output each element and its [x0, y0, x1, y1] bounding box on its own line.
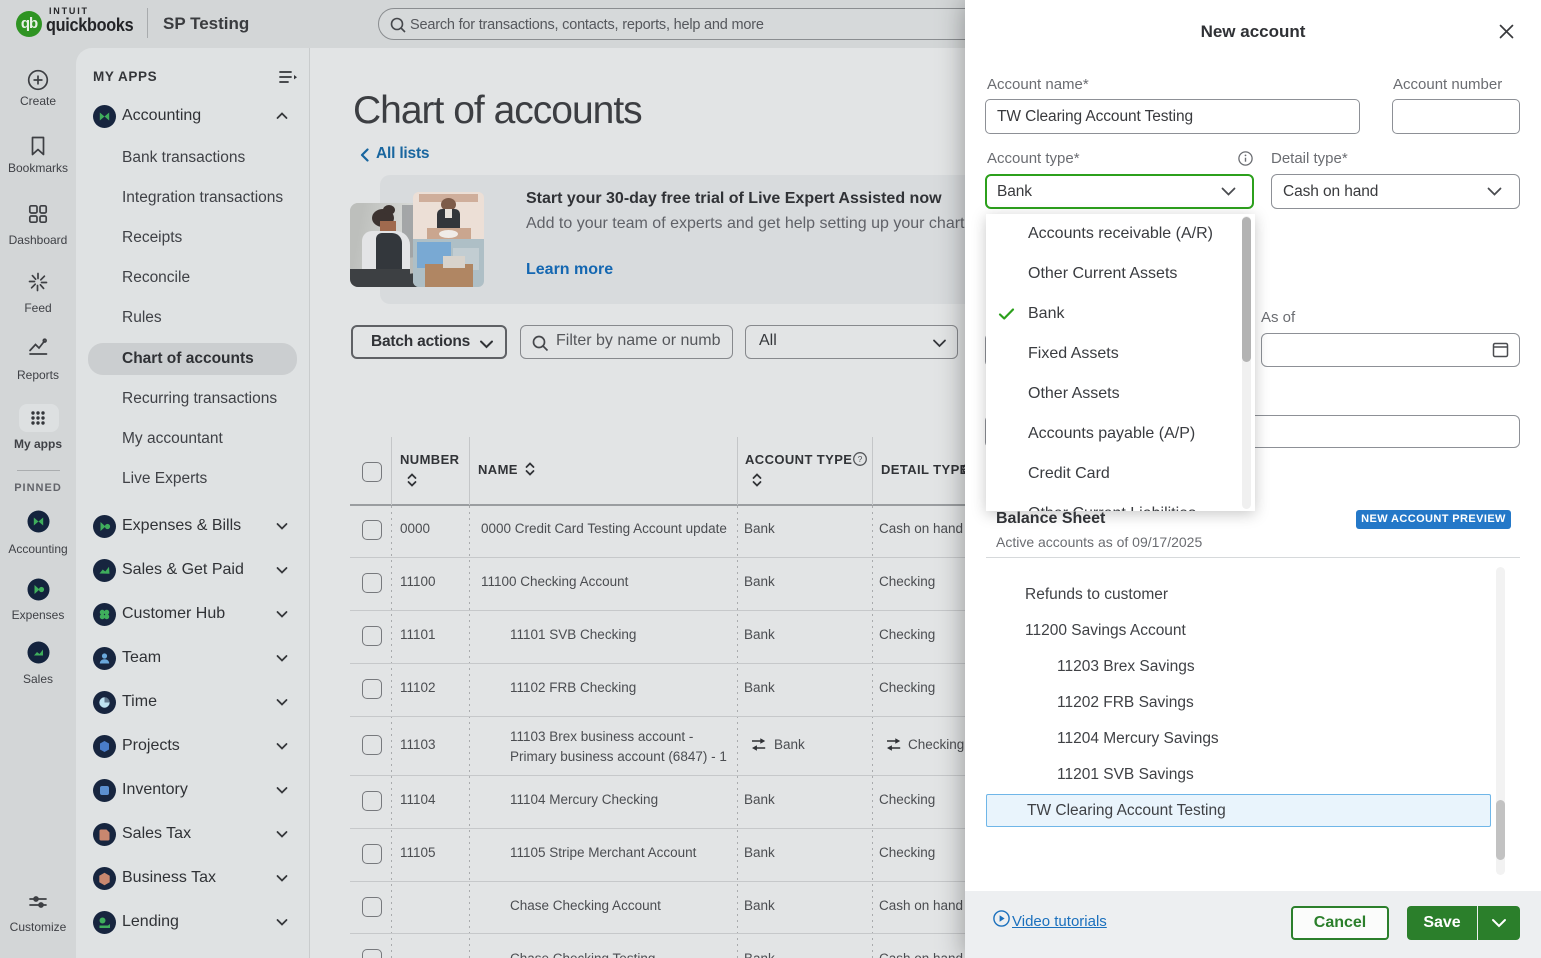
svg-text:?: ?	[858, 454, 863, 464]
